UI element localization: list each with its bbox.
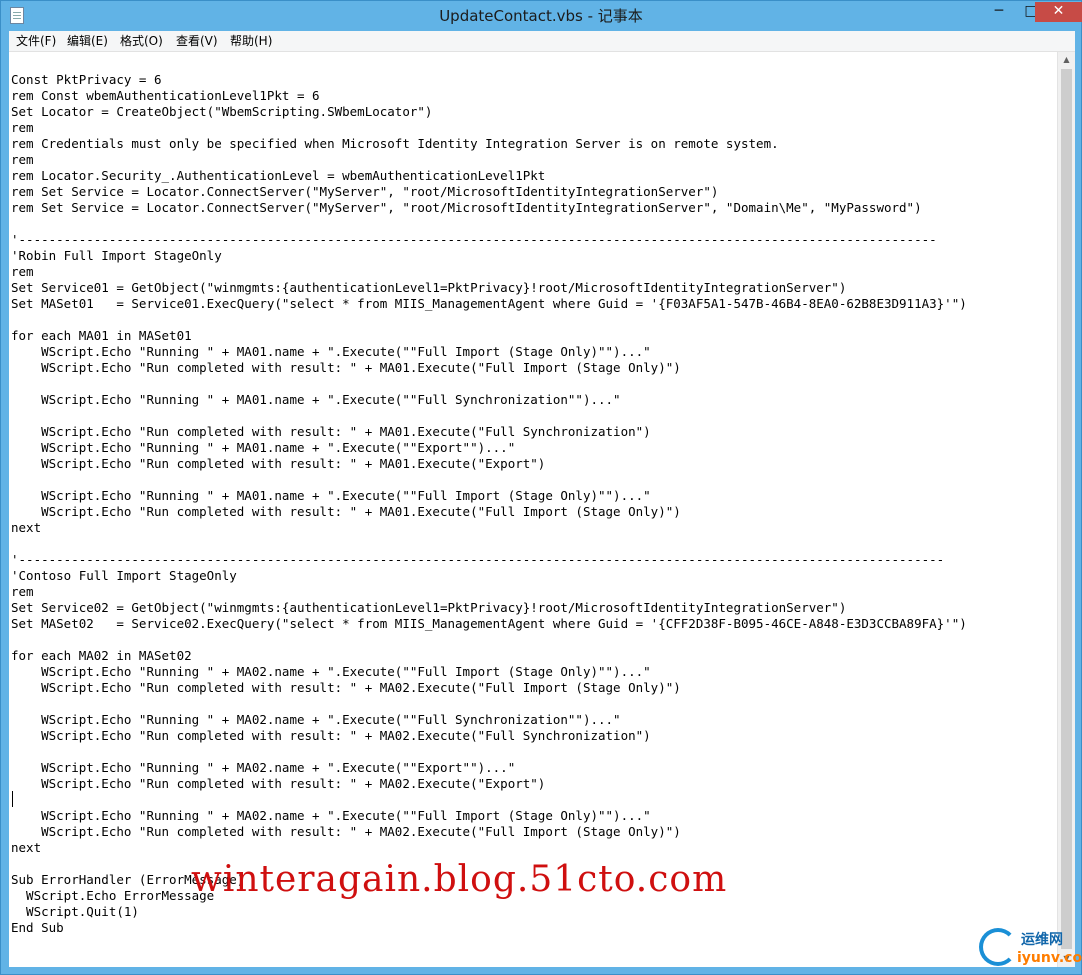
editor-text[interactable]: Const PktPrivacy = 6 rem Const wbemAuthe… [11, 72, 967, 936]
logo-top-text: 运维网 [1021, 932, 1063, 948]
window-title: UpdateContact.vbs - 记事本 [439, 7, 643, 25]
notepad-window: UpdateContact.vbs - 记事本 ─ □ ✕ 文件(F) 编辑(E… [0, 0, 1082, 975]
menu-view[interactable]: 查看(V) [176, 31, 218, 51]
title-bar[interactable]: UpdateContact.vbs - 记事本 ─ □ ✕ [1, 1, 1082, 31]
close-button[interactable]: ✕ [1035, 2, 1082, 22]
vertical-scrollbar[interactable]: ▲ ▼ [1057, 52, 1075, 967]
text-editor[interactable]: Const PktPrivacy = 6 rem Const wbemAuthe… [9, 52, 1057, 967]
site-logo: 运维网 iyunv.com [979, 926, 1082, 974]
menu-edit[interactable]: 编辑(E) [67, 31, 108, 51]
menu-format[interactable]: 格式(O) [120, 31, 163, 51]
scroll-up-arrow-icon[interactable]: ▲ [1061, 54, 1072, 65]
scroll-thumb[interactable] [1061, 69, 1072, 949]
menu-bar: 文件(F) 编辑(E) 格式(O) 查看(V) 帮助(H) [9, 31, 1075, 52]
text-cursor [12, 791, 13, 807]
menu-file[interactable]: 文件(F) [16, 31, 56, 51]
watermark-text: winteragain.blog.51cto.com [191, 859, 728, 900]
minimize-button[interactable]: ─ [985, 2, 1013, 22]
logo-swirl-icon [979, 928, 1017, 966]
menu-help[interactable]: 帮助(H) [230, 31, 272, 51]
logo-bottom-text: iyunv.com [1017, 950, 1082, 966]
